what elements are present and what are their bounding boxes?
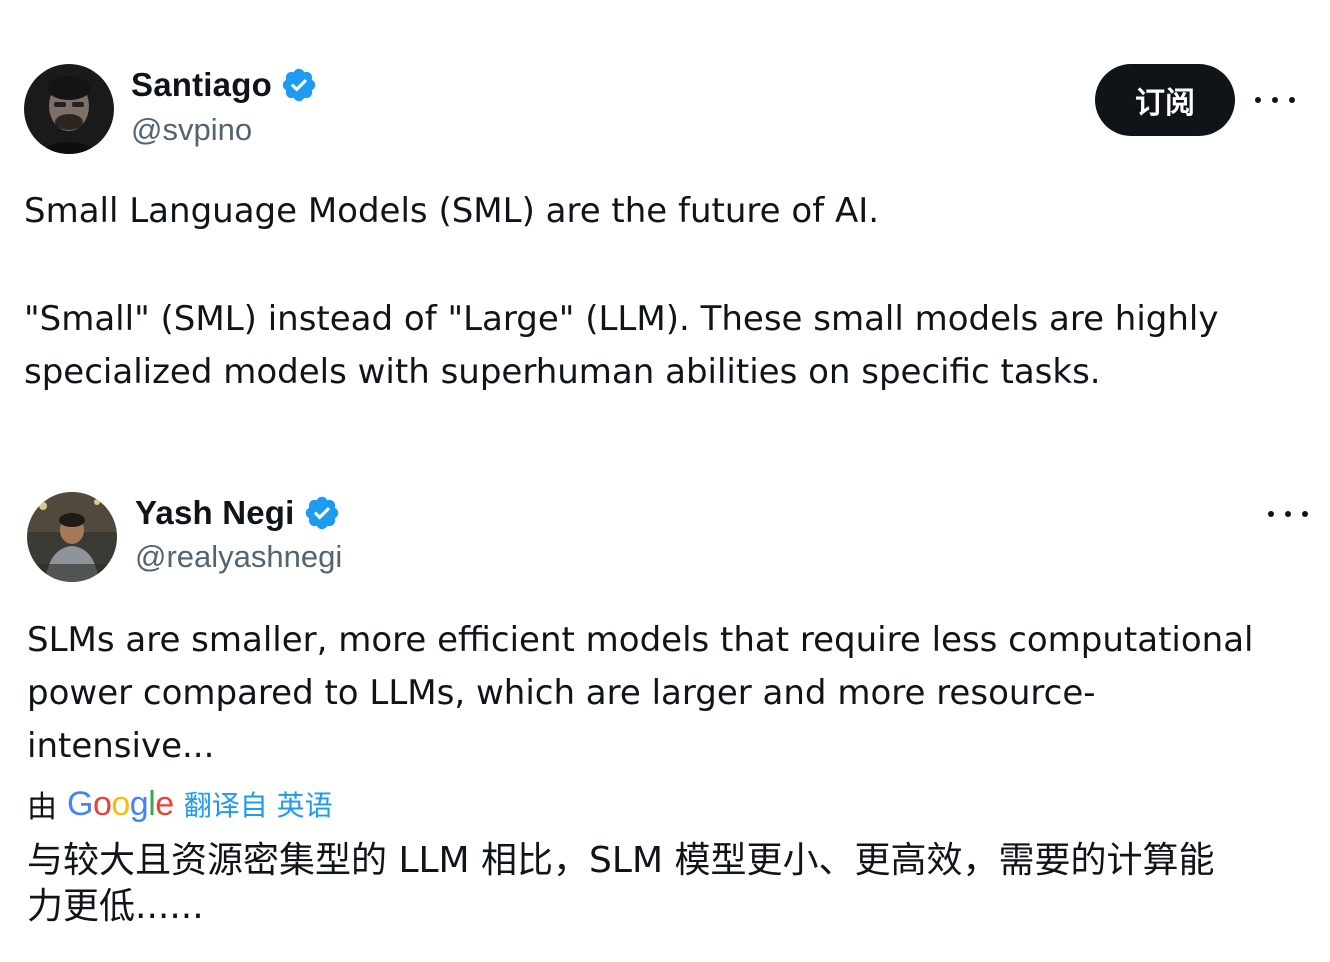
google-logo: Google xyxy=(67,784,174,823)
verified-badge-icon[interactable] xyxy=(303,494,341,532)
tweet-text-line: specialized models with superhuman abili… xyxy=(24,352,1101,392)
more-options-icon[interactable] xyxy=(1268,504,1308,524)
dot xyxy=(1289,97,1295,103)
translated-text-line: 力更低...... xyxy=(27,886,204,927)
translated-text-line: 与较大且资源密集型的 LLM 相比，SLM 模型更小、更高效，需要的计算能 xyxy=(27,840,1215,881)
dot xyxy=(1285,511,1291,517)
translation-attribution: 由 Google 翻译自 英语 xyxy=(27,782,333,826)
tweet[interactable]: Yash Negi @realyashnegi SLMs are smaller… xyxy=(0,470,1330,962)
tweet-text-line: SLMs are smaller, more efficient models … xyxy=(27,620,1254,660)
author-handle[interactable]: @svpino xyxy=(131,112,252,148)
tweet-text-line: power compared to LLMs, which are larger… xyxy=(27,673,1096,713)
tweet-text-line: Small Language Models (SML) are the futu… xyxy=(24,191,880,231)
translated-text: 与较大且资源密集型的 LLM 相比，SLM 模型更小、更高效，需要的计算能 力更… xyxy=(27,838,1214,930)
avatar[interactable] xyxy=(24,64,114,154)
author-name[interactable]: Yash Negi xyxy=(135,494,295,532)
tweet-text-line: intensive... xyxy=(27,726,215,766)
avatar[interactable] xyxy=(27,492,117,582)
tweet-text-line: "Small" (SML) instead of "Large" (LLM). … xyxy=(24,299,1219,339)
tweet[interactable]: Santiago @svpino 订阅 Small Language Model… xyxy=(0,0,1330,440)
author-name-row: Yash Negi xyxy=(135,494,341,532)
author-handle[interactable]: @realyashnegi xyxy=(135,539,342,575)
more-options-icon[interactable] xyxy=(1255,90,1295,110)
verified-badge-icon[interactable] xyxy=(280,66,318,104)
author-name[interactable]: Santiago xyxy=(131,66,272,104)
translated-by-label: 由 xyxy=(27,790,57,825)
dot xyxy=(1268,511,1274,517)
translated-from-link[interactable]: 翻译自 英语 xyxy=(184,784,333,824)
dot xyxy=(1272,97,1278,103)
dot xyxy=(1302,511,1308,517)
subscribe-button[interactable]: 订阅 xyxy=(1095,64,1235,136)
dot xyxy=(1255,97,1261,103)
author-name-row: Santiago xyxy=(131,66,318,104)
